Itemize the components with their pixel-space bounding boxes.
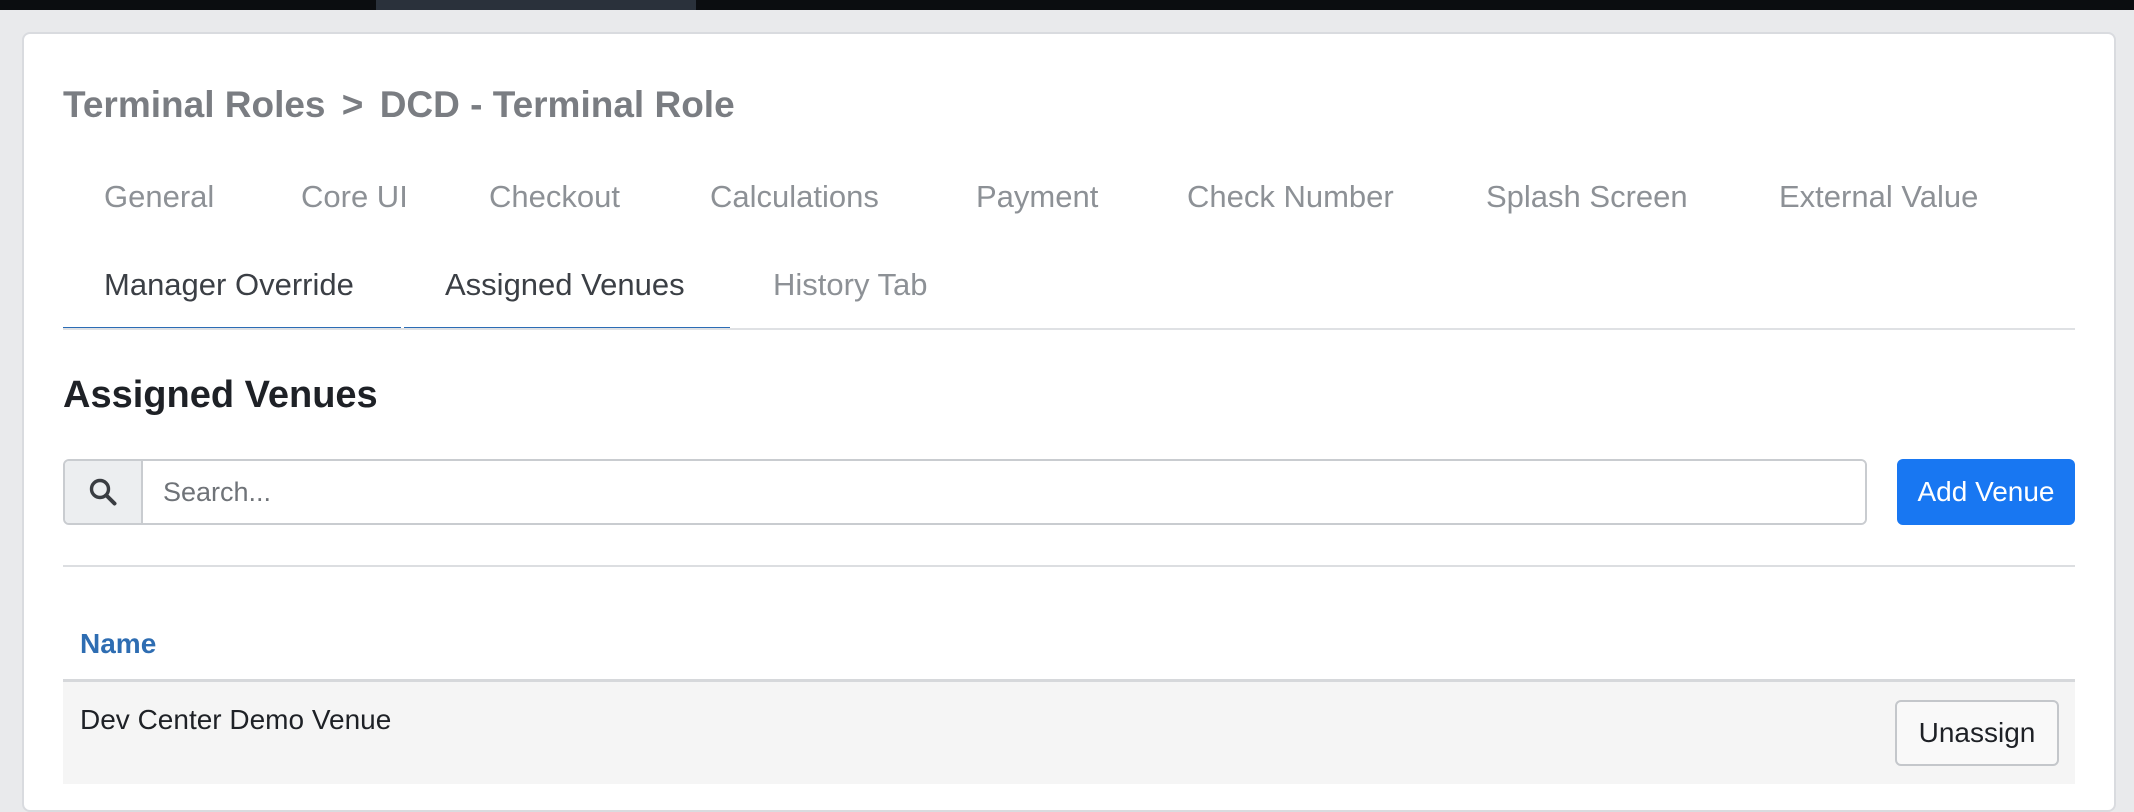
add-venue-button[interactable]: Add Venue: [1897, 459, 2075, 525]
tab-history[interactable]: History Tab: [773, 265, 928, 305]
tab-core-ui[interactable]: Core UI: [301, 177, 408, 217]
section-title: Assigned Venues: [63, 374, 378, 416]
unassign-button[interactable]: Unassign: [1895, 700, 2059, 766]
search-input[interactable]: [143, 461, 1865, 523]
tab-payment[interactable]: Payment: [976, 177, 1098, 217]
breadcrumb: Terminal Roles > DCD - Terminal Role: [63, 84, 735, 126]
top-bar-active-segment: [376, 0, 696, 10]
tab-general[interactable]: General: [104, 177, 214, 217]
tab-manager-override[interactable]: Manager Override: [104, 265, 354, 305]
search-icon: [65, 461, 143, 523]
tab-check-number[interactable]: Check Number: [1187, 177, 1394, 217]
breadcrumb-current: DCD - Terminal Role: [379, 84, 735, 125]
tab-splash-screen[interactable]: Splash Screen: [1486, 177, 1688, 217]
tab-calculations[interactable]: Calculations: [710, 177, 879, 217]
table-row: Dev Center Demo Venue Unassign: [63, 682, 2075, 784]
tabs-divider: [63, 328, 2075, 330]
tab-assigned-venues[interactable]: Assigned Venues: [445, 265, 685, 305]
tab-external-value[interactable]: External Value: [1779, 177, 1978, 217]
venue-name: Dev Center Demo Venue: [80, 704, 392, 735]
column-header-name[interactable]: Name: [80, 626, 156, 662]
breadcrumb-parent-link[interactable]: Terminal Roles: [63, 84, 326, 125]
breadcrumb-separator: >: [341, 84, 364, 125]
tab-checkout[interactable]: Checkout: [489, 177, 620, 217]
section-divider: [63, 565, 2075, 567]
search-group: [63, 459, 1867, 525]
app-top-bar: [0, 0, 2134, 10]
